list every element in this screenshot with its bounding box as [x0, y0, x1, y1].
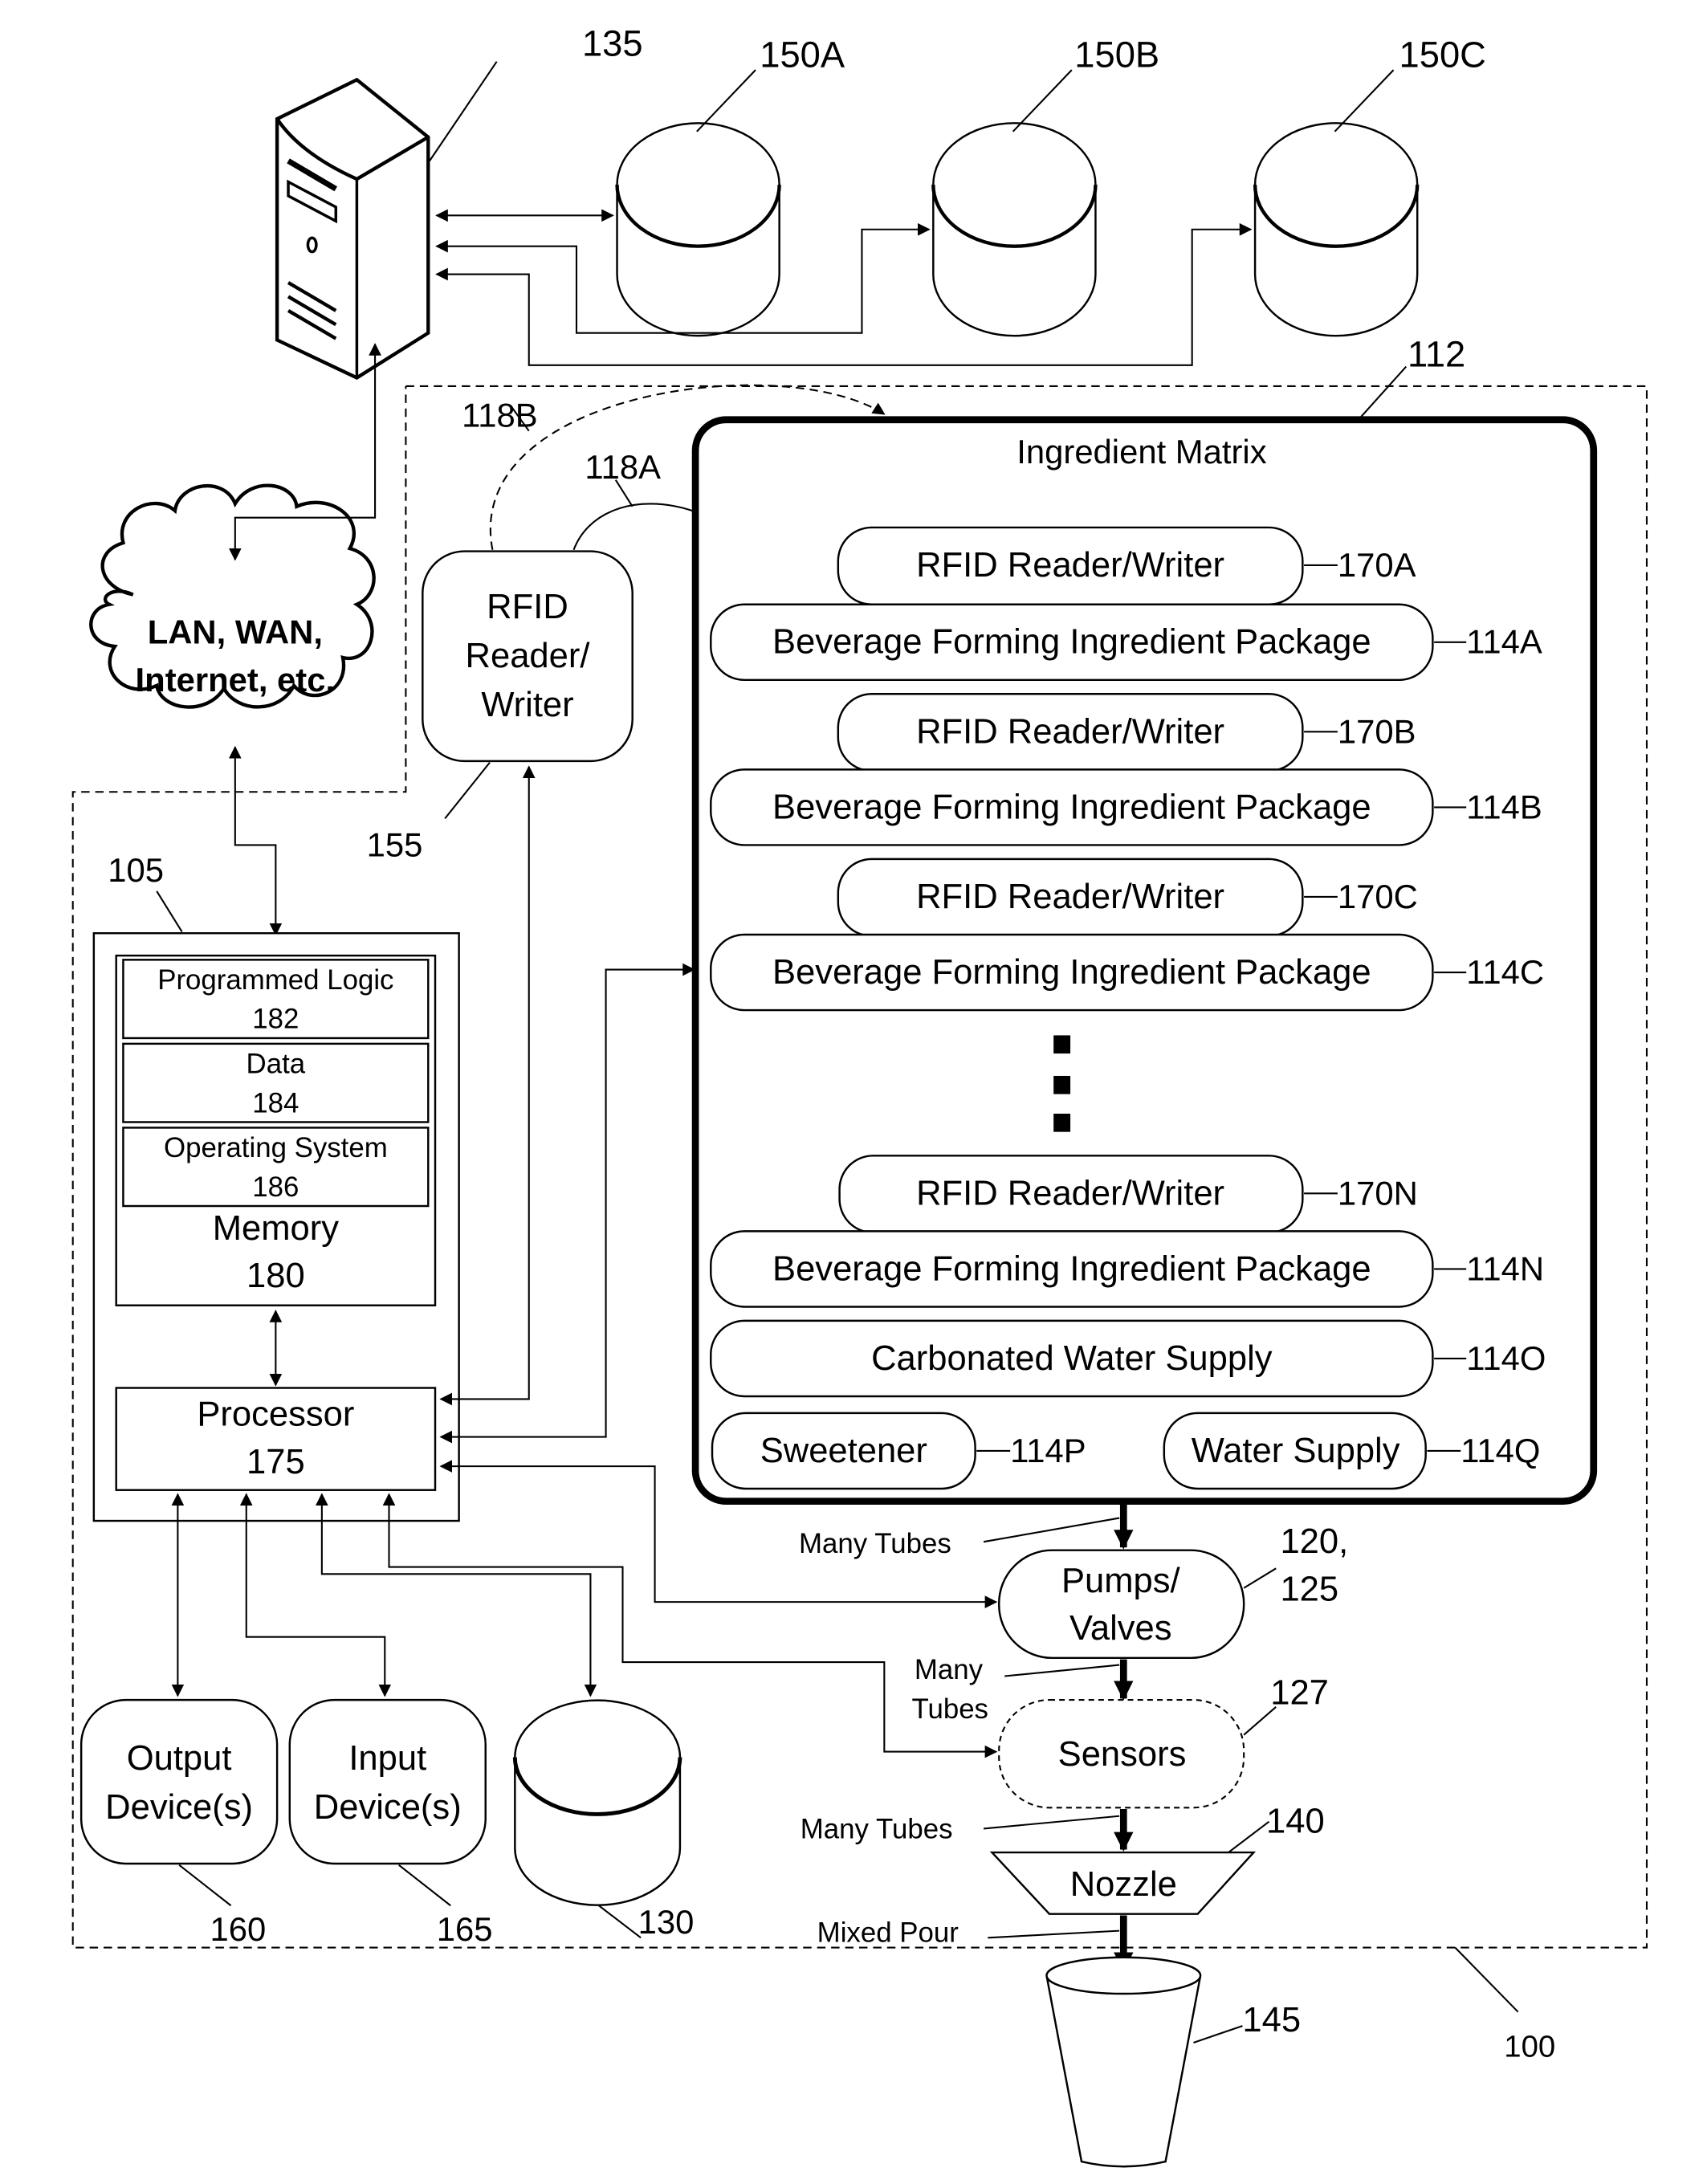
package-label: Beverage Forming Ingredient Package: [772, 788, 1371, 826]
ellipsis-icon: [1053, 1035, 1071, 1132]
input-line1: Input: [348, 1739, 426, 1778]
input-devices-165: [288, 1698, 487, 1865]
input-line2: Device(s): [314, 1788, 462, 1827]
pumps-line1: Pumps/: [1061, 1562, 1181, 1600]
system-ref: 100: [1504, 2029, 1555, 2064]
nozzle-ref: 140: [1266, 1803, 1325, 1841]
sweetener-label: Sweetener: [760, 1432, 927, 1470]
database-150a: [615, 122, 781, 337]
memory-block-ref: 184: [252, 1087, 299, 1118]
output-line2: Device(s): [105, 1788, 253, 1827]
matrix-ref: 112: [1408, 334, 1465, 375]
link-b-ref: 118B: [462, 396, 538, 434]
rfid-main-line3: Writer: [481, 686, 573, 724]
processor-input-link: [239, 1493, 392, 1697]
package-ref: 114N: [1466, 1249, 1544, 1287]
processor-matrix-link: [439, 963, 695, 1444]
reader-label: RFID Reader/Writer: [916, 878, 1224, 916]
reader-label: RFID Reader/Writer: [916, 712, 1224, 751]
tubes-label-2a: Many: [915, 1654, 984, 1685]
pumps-ref1: 120,: [1280, 1522, 1348, 1561]
reader-ref: 170B: [1338, 712, 1416, 750]
link-a-ref: 118A: [585, 448, 661, 486]
server-ref: 135: [582, 23, 643, 64]
tubes-label-1: Many Tubes: [799, 1528, 951, 1559]
rfid-main-line1: RFID: [487, 588, 568, 626]
memory-ref: 180: [246, 1257, 305, 1295]
cup-ref: 145: [1242, 2001, 1301, 2039]
cup-icon: [1045, 1956, 1202, 2168]
database-ref: 150B: [1074, 35, 1159, 75]
reader-ref: 170A: [1338, 546, 1416, 584]
matrix-title: Ingredient Matrix: [1016, 433, 1266, 471]
memory-block-name: Programmed Logic: [157, 964, 393, 996]
reader-label: RFID Reader/Writer: [916, 546, 1224, 585]
memory-block-name: Data: [246, 1048, 306, 1079]
database-ref: 150A: [760, 35, 845, 75]
storage-ref: 130: [638, 1903, 695, 1941]
memory-block-ref: 186: [252, 1171, 299, 1203]
water-label: Water Supply: [1192, 1432, 1400, 1470]
output-line1: Output: [127, 1739, 232, 1778]
database-150c: [1253, 122, 1420, 337]
processor-title: Processor: [197, 1396, 354, 1434]
pumps-line2: Valves: [1069, 1609, 1171, 1648]
package-label: Beverage Forming Ingredient Package: [772, 623, 1371, 662]
package-label: Beverage Forming Ingredient Package: [772, 953, 1371, 992]
sweetener-ref: 114P: [1010, 1432, 1086, 1469]
water-ref: 114Q: [1461, 1432, 1540, 1469]
network-line2: Internet, etc.: [136, 661, 336, 699]
controller-ref: 105: [108, 851, 164, 889]
output-devices-160: [79, 1698, 279, 1865]
pumps-ref2: 125: [1280, 1570, 1338, 1608]
package-ref: 114C: [1466, 953, 1544, 991]
carbonated-label: Carbonated Water Supply: [871, 1339, 1273, 1378]
reader-ref: 170C: [1338, 878, 1418, 915]
processor-ref: 175: [246, 1443, 305, 1481]
output-ref: 160: [210, 1910, 266, 1948]
memory-block-name: Operating System: [164, 1132, 388, 1163]
rfid-main-line2: Reader/: [466, 637, 591, 675]
processor-storage-link: [316, 1493, 597, 1697]
network-line1: LAN, WAN,: [148, 613, 323, 651]
database-150b: [931, 122, 1098, 337]
rfid-main-ref: 155: [367, 825, 423, 863]
sensors-label: Sensors: [1058, 1735, 1187, 1774]
tubes-label-2b: Tubes: [911, 1693, 988, 1725]
package-label: Beverage Forming Ingredient Package: [772, 1249, 1371, 1288]
server-db-c-link: [435, 222, 1253, 366]
tubes-label-3: Many Tubes: [801, 1814, 953, 1845]
memory-block-ref: 182: [252, 1004, 299, 1035]
pour-label: Mixed Pour: [817, 1917, 959, 1949]
nozzle-label: Nozzle: [1070, 1865, 1177, 1904]
leader-135: [429, 61, 498, 161]
reader-ref: 170N: [1338, 1174, 1418, 1212]
patent-figure: 135 150A 150B 150C 100 LAN, WAN, Interne…: [71, 23, 1648, 2168]
storage-130: [512, 1699, 682, 1906]
database-ref: 150C: [1399, 35, 1486, 75]
sensors-ref: 127: [1270, 1673, 1329, 1712]
package-ref: 114A: [1466, 623, 1542, 661]
carbonated-ref: 114O: [1466, 1339, 1546, 1377]
package-ref: 114B: [1466, 788, 1542, 825]
input-ref: 165: [437, 1910, 493, 1948]
server-icon: [275, 77, 430, 380]
reader-label: RFID Reader/Writer: [916, 1174, 1224, 1212]
network-controller-link: [228, 745, 283, 936]
memory-title: Memory: [213, 1209, 339, 1248]
